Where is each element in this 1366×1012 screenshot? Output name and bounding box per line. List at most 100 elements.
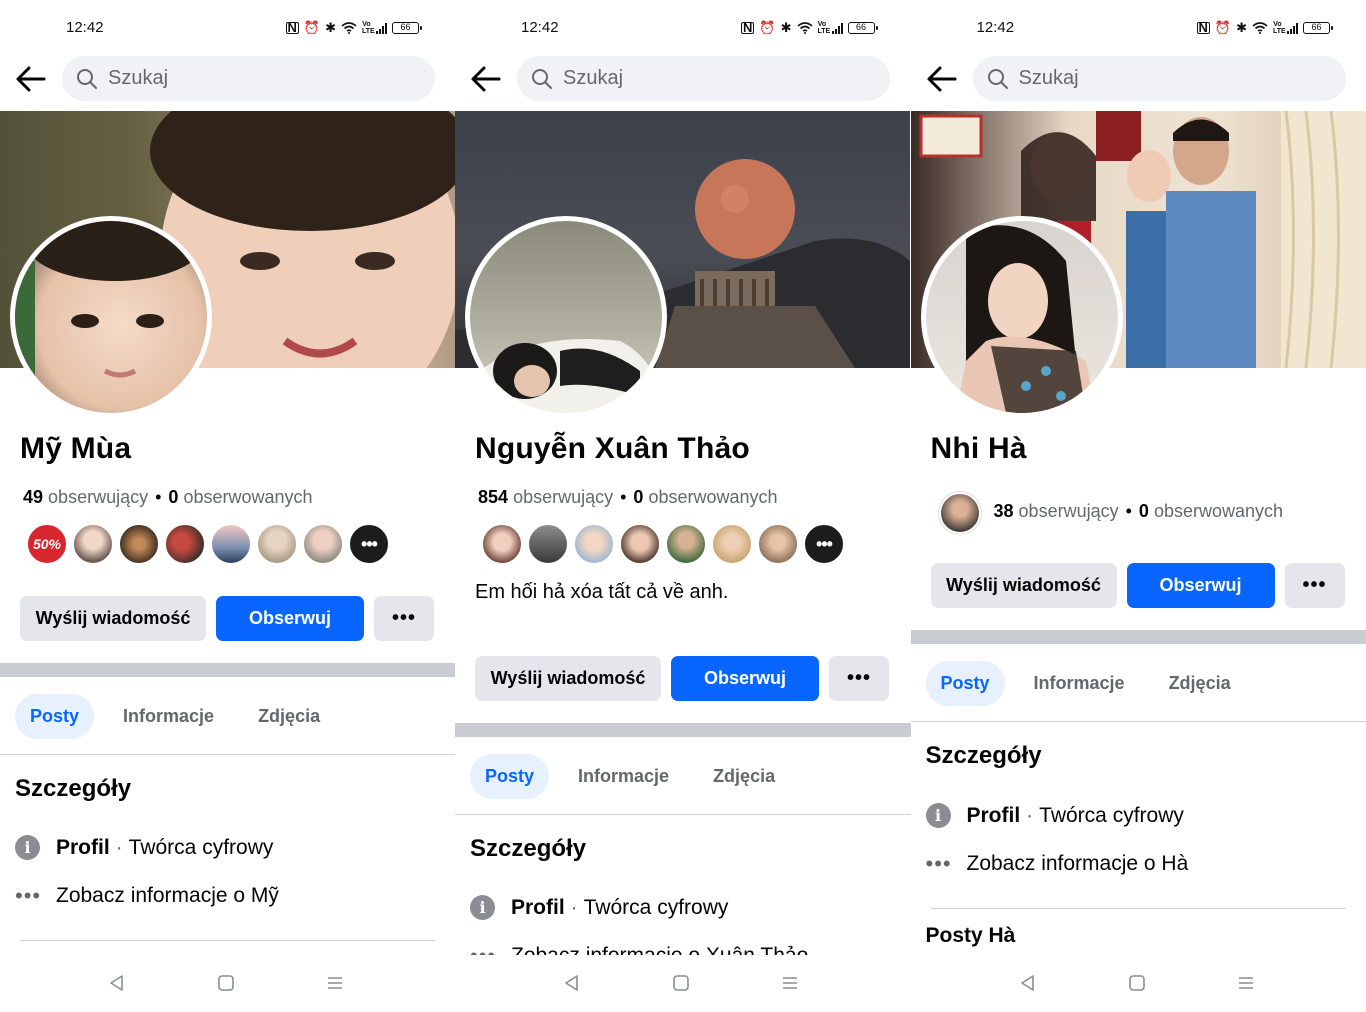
back-triangle-icon[interactable] xyxy=(562,973,582,993)
follow-button[interactable]: Obserwuj xyxy=(1126,563,1275,608)
profile-avatar[interactable] xyxy=(10,216,212,418)
status-icons: N ⏰ ✱ Vo LTE 66 xyxy=(1196,20,1333,36)
status-icons: N ⏰ ✱ Vo LTE 66 xyxy=(741,20,878,36)
tab-info[interactable]: Informacje xyxy=(1019,661,1140,706)
search-input[interactable] xyxy=(108,67,388,90)
follower-avatar[interactable] xyxy=(118,523,160,565)
profile-screen-2: 12:42 N ⏰ ✱ Vo LTE 66 Szukaj Nguyễn Xuân… xyxy=(455,0,911,1012)
following-count[interactable]: 0 xyxy=(633,487,643,507)
following-label[interactable]: obserwowanych xyxy=(648,487,777,507)
follower-avatar[interactable] xyxy=(757,523,799,565)
tab-photos[interactable]: Zdjęcia xyxy=(1154,661,1246,706)
follower-count[interactable]: 854 xyxy=(478,487,508,507)
profile-type: Twórca cyfrowy xyxy=(1039,803,1184,827)
followers-label[interactable]: obserwujący xyxy=(513,487,613,507)
follower-avatar[interactable] xyxy=(481,523,523,565)
section-divider xyxy=(0,663,455,677)
tab-posts[interactable]: Posty xyxy=(15,694,95,739)
home-square-icon[interactable] xyxy=(1127,973,1147,993)
followers-label[interactable]: obserwujący xyxy=(48,487,148,507)
tab-info[interactable]: Informacje xyxy=(563,754,684,799)
search-bar[interactable] xyxy=(62,56,435,101)
tab-photos[interactable]: Zdjęcia xyxy=(698,754,790,799)
action-buttons: Wyślij wiadomość Obserwuj ••• xyxy=(475,656,889,701)
search-input[interactable] xyxy=(563,67,843,90)
follow-button[interactable]: Obserwuj xyxy=(671,656,819,701)
follower-avatar[interactable] xyxy=(711,523,753,565)
dot-separator: · xyxy=(570,895,578,919)
screens-container: 12:42 N ⏰ ✱ Vo LTE 66 Szukaj Mỹ Mùa 49 o… xyxy=(0,0,1366,1012)
search-input[interactable] xyxy=(1018,67,1299,90)
back-arrow-icon[interactable] xyxy=(14,62,48,96)
following-label[interactable]: obserwowanych xyxy=(183,487,312,507)
follow-button[interactable]: Obserwuj xyxy=(216,596,364,641)
back-arrow-icon[interactable] xyxy=(469,62,503,96)
signal-icon xyxy=(1287,22,1298,34)
follower-avatar[interactable] xyxy=(72,523,114,565)
tab-posts[interactable]: Posty xyxy=(925,661,1005,706)
follower-avatar[interactable]: 50% xyxy=(26,523,68,565)
more-options-button[interactable]: ••• xyxy=(1284,563,1345,608)
home-square-icon[interactable] xyxy=(216,973,236,993)
follower-avatar[interactable] xyxy=(256,523,298,565)
send-message-button[interactable]: Wyślij wiadomość xyxy=(20,596,206,641)
profile-avatar[interactable] xyxy=(920,216,1123,418)
following-count[interactable]: 0 xyxy=(1139,501,1149,521)
profile-label: Profil xyxy=(56,835,110,859)
status-time: 12:42 xyxy=(976,19,1015,36)
follower-avatar[interactable] xyxy=(164,523,206,565)
menu-lines-icon[interactable] xyxy=(1236,973,1256,993)
tabs-divider xyxy=(0,754,455,755)
follower-avatar[interactable] xyxy=(527,523,569,565)
following-count[interactable]: 0 xyxy=(168,487,178,507)
followers-label[interactable]: obserwujący xyxy=(1019,501,1119,521)
home-square-icon[interactable] xyxy=(671,973,691,993)
see-info-link[interactable]: Zobacz informacje o Mỹ xyxy=(56,884,279,908)
battery-icon: 66 xyxy=(392,22,422,34)
follower-avatar[interactable] xyxy=(210,523,252,565)
follower-avatars[interactable]: 50% ••• xyxy=(26,523,394,565)
tab-posts[interactable]: Posty xyxy=(470,754,550,799)
tab-photos[interactable]: Zdjęcia xyxy=(243,694,335,739)
follower-count[interactable]: 38 xyxy=(994,501,1014,521)
send-message-button[interactable]: Wyślij wiadomość xyxy=(475,656,661,701)
follower-stats: 49 obserwujący • 0 obserwowanych xyxy=(23,487,313,508)
follower-avatar[interactable] xyxy=(665,523,707,565)
back-arrow-icon[interactable] xyxy=(925,62,959,96)
more-options-button[interactable]: ••• xyxy=(829,656,889,701)
status-bar: 12:42 N ⏰ ✱ Vo LTE 66 xyxy=(455,0,911,56)
tab-info[interactable]: Informacje xyxy=(108,694,229,739)
more-dots-icon: ••• xyxy=(925,851,952,876)
follower-avatars[interactable]: ••• xyxy=(481,523,849,565)
wifi-icon xyxy=(1252,22,1268,34)
see-info-link[interactable]: Zobacz informacje o Hà xyxy=(967,852,1189,876)
see-info-row[interactable]: ••• Zobacz informacje o Mỹ xyxy=(15,884,279,908)
action-buttons: Wyślij wiadomość Obserwuj ••• xyxy=(930,563,1345,608)
send-message-button[interactable]: Wyślij wiadomość xyxy=(930,563,1117,608)
volte-icon: Vo LTE xyxy=(362,21,375,35)
profile-category-row: i Profil · Twórca cyfrowy xyxy=(15,835,273,860)
profile-tabs: Posty Informacje Zdjęcia xyxy=(925,661,1246,706)
profile-avatar[interactable] xyxy=(465,216,667,418)
profile-category-row: i Profil · Twórca cyfrowy xyxy=(925,803,1184,828)
follower-avatar[interactable] xyxy=(573,523,615,565)
follower-avatar[interactable] xyxy=(302,523,344,565)
menu-lines-icon[interactable] xyxy=(325,973,345,993)
more-options-button[interactable]: ••• xyxy=(374,596,434,641)
follower-avatar[interactable] xyxy=(619,523,661,565)
following-label[interactable]: obserwowanych xyxy=(1154,501,1283,521)
back-triangle-icon[interactable] xyxy=(1018,973,1038,993)
search-bar[interactable] xyxy=(517,56,890,101)
back-triangle-icon[interactable] xyxy=(107,973,127,993)
search-bar[interactable] xyxy=(972,56,1346,101)
more-followers-icon[interactable]: ••• xyxy=(803,523,845,565)
menu-lines-icon[interactable] xyxy=(780,973,800,993)
tabs-divider xyxy=(455,814,911,815)
profile-label: Profil xyxy=(966,803,1021,827)
see-info-row[interactable]: ••• Zobacz informacje o Hà xyxy=(926,852,1189,876)
follower-stats: 854 obserwujący • 0 obserwowanych xyxy=(478,487,778,508)
follower-count[interactable]: 49 xyxy=(23,487,43,507)
mutual-follower-avatar[interactable] xyxy=(938,492,981,534)
more-followers-icon[interactable]: ••• xyxy=(348,523,390,565)
avatar-image xyxy=(955,225,1096,413)
